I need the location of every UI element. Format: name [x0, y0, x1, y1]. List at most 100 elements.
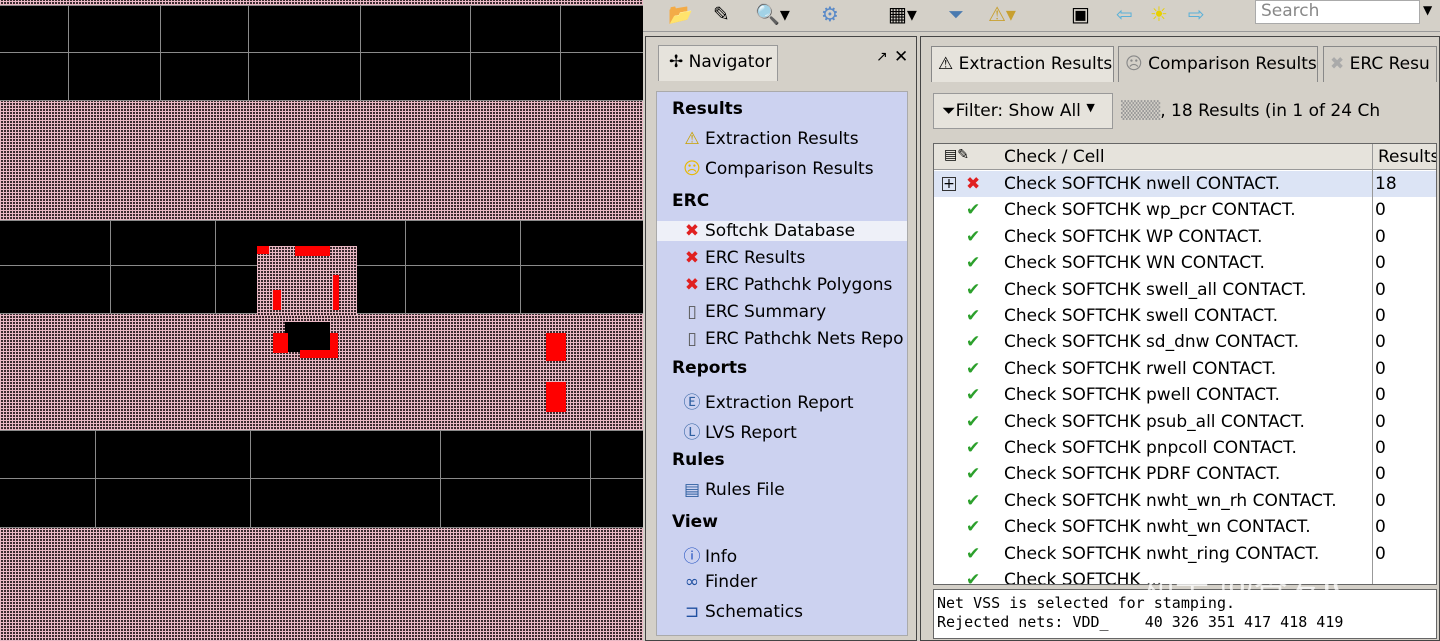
error-marker — [273, 290, 281, 310]
tab-comparison-results[interactable]: ☹ Comparison Results — [1118, 46, 1318, 82]
nav-item-softchk-database[interactable]: ✖ Softchk Database — [657, 221, 907, 241]
rules-file-icon: ▤ — [683, 480, 701, 500]
nav-item-erc-summary[interactable]: ▯ ERC Summary — [679, 302, 826, 322]
settings-gear-icon[interactable]: ⚙ — [821, 2, 839, 26]
expand-icon[interactable]: + — [942, 177, 956, 191]
navigator-tab[interactable]: ✢ Navigator — [658, 45, 778, 81]
table-row[interactable]: + ✖ Check SOFTCHK nwell CONTACT. 18 — [934, 171, 1436, 198]
layout-canvas[interactable] — [0, 0, 643, 641]
nav-item-label: Schematics — [705, 602, 803, 622]
result-count: 0 — [1375, 306, 1386, 326]
highlight-sun-icon[interactable]: ☀ — [1150, 2, 1168, 26]
close-icon[interactable]: ✕ — [894, 47, 908, 67]
extraction-icon: ⚠ — [684, 129, 700, 149]
header-check-cell[interactable]: Check / Cell — [1004, 147, 1105, 167]
result-count: 0 — [1375, 490, 1386, 511]
sad-face-icon: ☹ — [683, 159, 701, 179]
table-row[interactable]: ✔ Check SOFTCHK pnpcoll CONTACT. 0 — [934, 435, 1436, 461]
highlight-cell-icon[interactable]: ▣ — [1071, 2, 1090, 26]
nav-item-erc-pathchk-polygons[interactable]: ✖ ERC Pathchk Polygons — [679, 275, 892, 295]
search-dropdown-icon[interactable]: ▼ — [1423, 3, 1432, 17]
nav-item-lvs-report[interactable]: Ⓛ LVS Report — [679, 418, 797, 443]
column-divider[interactable] — [1372, 144, 1373, 584]
table-row[interactable]: ✔ Check SOFTCHK pwell CONTACT. 0 — [934, 382, 1436, 408]
error-marker — [546, 333, 566, 361]
table-row[interactable]: ✔ Check SOFTCHK WP CONTACT. 0 — [934, 224, 1436, 250]
nav-item-extraction-results[interactable]: ⚠ Extraction Results — [679, 129, 859, 149]
result-count: 0 — [1375, 517, 1386, 538]
layout-line — [520, 220, 521, 313]
section-view: View — [672, 512, 718, 532]
check-pass-icon: ✔ — [966, 464, 981, 485]
highlight-pen-icon[interactable]: ✎ — [713, 2, 730, 26]
layout-line — [68, 5, 69, 100]
check-name: Check SOFTCHK ... — [1004, 570, 1163, 585]
nav-item-label: Comparison Results — [705, 159, 874, 179]
section-rules: Rules — [672, 450, 725, 470]
check-name: Check SOFTCHK nwht_wn CONTACT. — [1004, 517, 1311, 538]
cell-icon: ▒▒▒ — [1121, 101, 1161, 121]
result-count: 0 — [1375, 358, 1386, 379]
header-results[interactable]: Results — [1378, 147, 1436, 167]
color-layers-icon[interactable]: ▦▾ — [888, 2, 917, 26]
next-arrow-icon[interactable]: ⇨ — [1188, 2, 1205, 26]
nav-item-erc-pathchk-nets-repo[interactable]: ▯ ERC Pathchk Nets Repo — [679, 329, 903, 349]
table-row[interactable]: ✔ Check SOFTCHK swell CONTACT. 0 — [934, 303, 1436, 329]
error-marker — [273, 333, 288, 353]
nav-item-extraction-report[interactable]: Ⓔ Extraction Report — [679, 388, 854, 413]
undock-icon[interactable]: ↗ — [876, 49, 888, 65]
watermark: 知乎 @香爱IC — [1141, 565, 1356, 605]
check-name: Check SOFTCHK swell_all CONTACT. — [1004, 279, 1307, 300]
layout-line — [0, 52, 643, 53]
nav-item-info[interactable]: ⓘ Info — [679, 542, 738, 567]
table-row[interactable]: ✔ Check SOFTCHK psub_all CONTACT. 0 — [934, 409, 1436, 435]
results-panel: ⚠ Extraction Results ☹ Comparison Result… — [920, 36, 1440, 641]
result-count: 0 — [1375, 253, 1386, 274]
open-folder-icon[interactable]: 📂 — [668, 2, 693, 26]
table-row[interactable]: ✔ Check SOFTCHK nwht_wn_rh CONTACT. 0 — [934, 488, 1436, 514]
error-marker — [257, 246, 269, 254]
filter-dropdown[interactable]: ⏷Filter: Show All ▼ — [933, 93, 1113, 129]
nav-item-erc-results[interactable]: ✖ ERC Results — [679, 248, 806, 268]
navigator-panel: ✢ Navigator ↗ ✕ Results ⚠ Extraction Resul… — [645, 36, 917, 641]
red-x-icon: ✖ — [684, 248, 700, 268]
layout-line — [405, 220, 406, 313]
navigator-icon: ✢ — [669, 52, 689, 72]
check-pass-icon: ✔ — [966, 226, 981, 247]
zoom-icon[interactable]: 🔍▾ — [755, 2, 790, 26]
tab-extraction-results[interactable]: ⚠ Extraction Results — [931, 46, 1114, 82]
nav-item-label: ERC Results — [705, 248, 806, 268]
nav-item-label: ERC Pathchk Polygons — [705, 275, 893, 295]
table-row[interactable]: ✔ Check SOFTCHK WN CONTACT. 0 — [934, 250, 1436, 276]
nav-item-label: Finder — [705, 572, 758, 592]
table-row[interactable]: ✔ Check SOFTCHK nwht_wn CONTACT. 0 — [934, 514, 1436, 540]
table-row[interactable]: ✔ Check SOFTCHK sd_dnw CONTACT. 0 — [934, 329, 1436, 355]
extraction-icon: ⚠ — [938, 54, 959, 74]
tab-erc-results[interactable]: ✖ ERC Resu — [1323, 46, 1437, 82]
binoculars-icon: ∞ — [684, 572, 700, 592]
layout-line — [250, 430, 251, 527]
report-e-icon: Ⓔ — [683, 393, 701, 413]
search-input[interactable]: Search — [1255, 0, 1420, 24]
check-name: Check SOFTCHK swell CONTACT. — [1004, 306, 1279, 326]
nav-item-finder[interactable]: ∞ Finder — [679, 572, 757, 592]
document-icon: ▯ — [687, 302, 697, 322]
layout-line — [248, 5, 249, 100]
filter-icon[interactable]: ⏷ — [948, 2, 964, 26]
probe-icon[interactable]: ⚠▾ — [988, 2, 1016, 26]
sad-face-icon: ☹ — [1125, 54, 1149, 74]
table-row[interactable]: ✔ Check SOFTCHK rwell CONTACT. 0 — [934, 356, 1436, 382]
table-row[interactable]: ✔ Check SOFTCHK wp_pcr CONTACT. 0 — [934, 197, 1436, 223]
nav-item-label: Extraction Results — [705, 129, 859, 149]
nav-item-schematics[interactable]: ⊐ Schematics — [679, 602, 803, 622]
table-row[interactable]: ✔ Check SOFTCHK swell_all CONTACT. 0 — [934, 277, 1436, 303]
check-name: Check SOFTCHK pwell CONTACT. — [1004, 385, 1280, 406]
nav-item-rules-file[interactable]: ▤ Rules File — [679, 480, 785, 500]
nav-item-comparison-results[interactable]: ☹ Comparison Results — [679, 159, 874, 179]
layout-line — [560, 5, 561, 100]
previous-arrow-icon[interactable]: ⇦ — [1116, 2, 1133, 26]
document-icon: ▯ — [687, 329, 697, 349]
layout-line — [0, 527, 643, 528]
summary-text: , 18 Results (in 1 of 24 Ch — [1160, 101, 1381, 121]
table-row[interactable]: ✔ Check SOFTCHK PDRF CONTACT. 0 — [934, 461, 1436, 487]
